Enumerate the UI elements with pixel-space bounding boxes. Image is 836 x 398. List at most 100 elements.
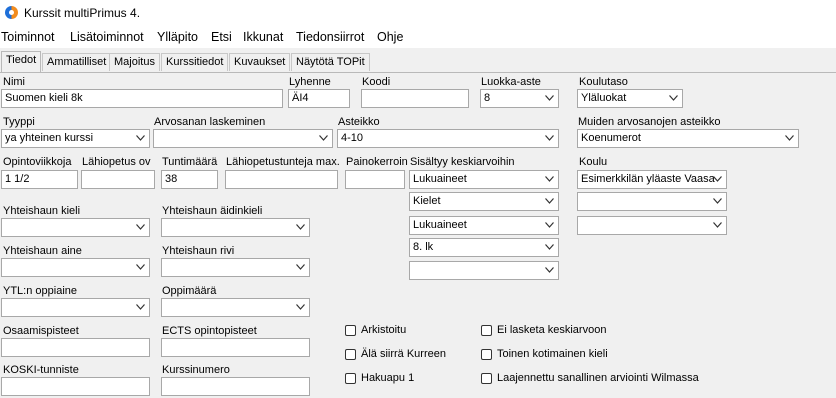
chevron-down-icon <box>669 95 678 101</box>
arkistoitu-checkbox[interactable]: Arkistoitu <box>345 324 406 336</box>
koski-input[interactable] <box>1 377 150 396</box>
yhteishaun-kieli-label: Yhteishaun kieli <box>3 205 81 217</box>
tyyppi-select[interactable]: ya yhteinen kurssi <box>1 129 150 148</box>
chevron-down-icon <box>713 222 722 228</box>
lyhenne-label: Lyhenne <box>289 76 331 88</box>
koulu-select-2[interactable] <box>577 192 727 211</box>
sisaltyy-value: Lukuaineet <box>413 219 467 231</box>
chevron-down-icon <box>136 264 145 270</box>
lahiopetustunteja-input[interactable] <box>225 170 338 189</box>
tab-naytota-topit[interactable]: Näytötä TOPit <box>291 53 370 71</box>
chevron-down-icon <box>545 244 554 250</box>
menu-toiminnot[interactable]: Toiminnot <box>1 30 55 44</box>
luokka-aste-select[interactable]: 8 <box>480 89 559 108</box>
muiden-asteikko-select[interactable]: Koenumerot <box>577 129 799 148</box>
kurssinumero-label: Kurssinumero <box>162 364 230 376</box>
chevron-down-icon <box>785 135 794 141</box>
chevron-down-icon <box>296 264 305 270</box>
luokka-aste-label: Luokka-aste <box>481 76 541 88</box>
koulu-value: Esimerkkilän yläaste Vaasa <box>581 173 715 185</box>
sisaltyy-select-3[interactable]: Lukuaineet <box>409 216 559 235</box>
tab-kurssitiedot[interactable]: Kurssitiedot <box>161 53 229 71</box>
sisaltyy-value: Kielet <box>413 195 441 207</box>
sisaltyy-label: Sisältyy keskiarvoihin <box>410 156 515 168</box>
yhteishaun-aidinkieli-select[interactable] <box>161 218 310 237</box>
asteikko-value: 4-10 <box>341 132 364 144</box>
ala-siirra-checkbox[interactable]: Älä siirrä Kurreen <box>345 348 446 360</box>
ects-input[interactable] <box>161 338 310 357</box>
tab-majoitus[interactable]: Majoitus <box>109 53 160 71</box>
ei-lasketa-label: Ei lasketa keskiarvoon <box>497 324 607 336</box>
asteikko-select[interactable]: 4-10 <box>337 129 559 148</box>
app-logo-icon <box>5 6 18 19</box>
chevron-down-icon <box>545 135 554 141</box>
tab-bar: Tiedot Ammatilliset Majoitus Kurssitiedo… <box>0 48 836 73</box>
lahiopetus-ov-label: Lähiopetus ov <box>82 156 151 168</box>
ytl-oppiaine-select[interactable] <box>1 298 150 317</box>
laajennettu-checkbox[interactable]: Laajennettu sanallinen arviointi Wilmass… <box>481 372 699 384</box>
tab-ammatilliset[interactable]: Ammatilliset <box>42 53 112 71</box>
kurssinumero-input[interactable] <box>161 377 310 396</box>
chevron-down-icon <box>545 222 554 228</box>
koulutaso-select[interactable]: Yläluokat <box>577 89 683 108</box>
menu-tiedonsiirrot[interactable]: Tiedonsiirrot <box>296 30 364 44</box>
chevron-down-icon <box>545 176 554 182</box>
opintoviikkoja-input[interactable]: 1 1/2 <box>1 170 78 189</box>
koodi-input[interactable] <box>361 89 469 108</box>
menu-yllapito[interactable]: Ylläpito <box>157 30 198 44</box>
tuntimaara-label: Tuntimäärä <box>162 156 218 168</box>
lyhenne-input[interactable]: ÄI4 <box>288 89 350 108</box>
sisaltyy-select-5[interactable] <box>409 261 559 280</box>
yhteishaun-aine-label: Yhteishaun aine <box>3 245 82 257</box>
ei-lasketa-checkbox[interactable]: Ei lasketa keskiarvoon <box>481 324 606 336</box>
yhteishaun-rivi-select[interactable] <box>161 258 310 277</box>
oppimaara-label: Oppimäärä <box>162 285 217 297</box>
tab-tiedot[interactable]: Tiedot <box>1 51 42 72</box>
koulutaso-label: Koulutaso <box>579 76 628 88</box>
koulu-select-1[interactable]: Esimerkkilän yläaste Vaasa <box>577 170 727 189</box>
sisaltyy-select-1[interactable]: Lukuaineet <box>409 170 559 189</box>
koodi-label: Koodi <box>362 76 391 88</box>
toinen-kieli-checkbox[interactable]: Toinen kotimainen kieli <box>481 348 608 360</box>
koulu-label: Koulu <box>579 156 608 168</box>
arvosanan-laskeminen-select[interactable] <box>153 129 333 148</box>
osaamispisteet-label: Osaamispisteet <box>3 325 79 337</box>
yhteishaun-aine-select[interactable] <box>1 258 150 277</box>
lahiopetus-ov-input[interactable] <box>81 170 155 189</box>
painokerroin-input[interactable] <box>345 170 405 189</box>
luokka-aste-value: 8 <box>484 92 491 104</box>
koulu-select-3[interactable] <box>577 216 727 235</box>
chevron-down-icon <box>136 135 145 141</box>
hakuapu-checkbox[interactable]: Hakuapu 1 <box>345 372 414 384</box>
menu-lisatoiminnot[interactable]: Lisätoiminnot <box>70 30 144 44</box>
menu-etsi[interactable]: Etsi <box>211 30 232 44</box>
tab-kuvaukset[interactable]: Kuvaukset <box>229 53 291 71</box>
checkbox-box[interactable] <box>481 348 492 360</box>
checkbox-box[interactable] <box>481 324 492 336</box>
oppimaara-select[interactable] <box>161 298 310 317</box>
checkbox-box[interactable] <box>345 348 356 360</box>
muiden-asteikko-label: Muiden arvosanojen asteikko <box>578 116 721 128</box>
checkbox-box[interactable] <box>345 372 356 384</box>
ects-label: ECTS opintopisteet <box>162 325 257 337</box>
menu-ikkunat[interactable]: Ikkunat <box>243 30 283 44</box>
checkbox-box[interactable] <box>481 372 492 384</box>
chevron-down-icon <box>713 198 722 204</box>
osaamispisteet-input[interactable] <box>1 338 150 357</box>
yhteishaun-aidinkieli-label: Yhteishaun äidinkieli <box>162 205 263 217</box>
yhteishaun-kieli-select[interactable] <box>1 218 150 237</box>
tuntimaara-input[interactable]: 38 <box>161 170 218 189</box>
sisaltyy-select-2[interactable]: Kielet <box>409 192 559 211</box>
hakuapu-label: Hakuapu 1 <box>361 372 415 384</box>
sisaltyy-value: 8. lk <box>413 241 434 253</box>
sisaltyy-value: Lukuaineet <box>413 173 467 185</box>
sisaltyy-select-4[interactable]: 8. lk <box>409 238 559 257</box>
checkbox-box[interactable] <box>345 324 356 336</box>
menu-ohje[interactable]: Ohje <box>377 30 403 44</box>
koski-label: KOSKI-tunniste <box>3 364 79 376</box>
lahiopetustunteja-label: Lähiopetustunteja max. <box>226 156 340 168</box>
muiden-asteikko-value: Koenumerot <box>581 132 641 144</box>
nimi-input[interactable]: Suomen kieli 8k <box>1 89 283 108</box>
chevron-down-icon <box>136 304 145 310</box>
laajennettu-label: Laajennettu sanallinen arviointi Wilmass… <box>497 372 699 384</box>
